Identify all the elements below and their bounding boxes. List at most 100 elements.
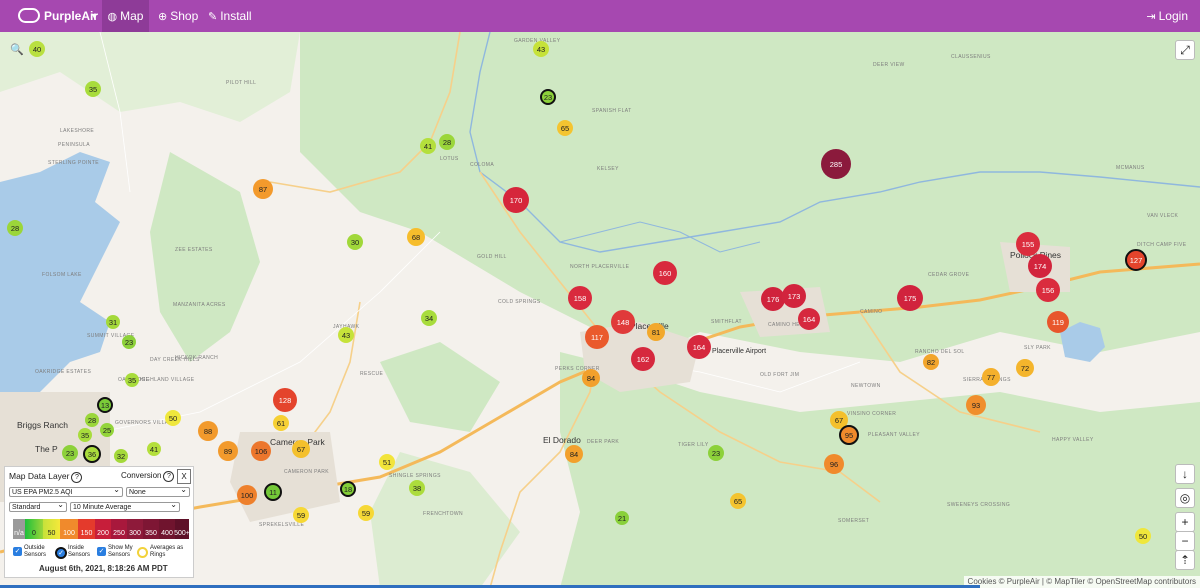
fullscreen-icon[interactable]: ⤢: [1175, 40, 1195, 60]
sensor-marker[interactable]: 117: [585, 325, 609, 349]
sensor-marker[interactable]: 23: [708, 445, 724, 461]
layer-select[interactable]: US EPA PM2.5 AQI: [9, 485, 123, 497]
map-place-label: MCMANUS: [1116, 165, 1145, 171]
sensor-marker[interactable]: 155: [1016, 232, 1040, 256]
inside-sensors-checkbox[interactable]: ✓: [55, 547, 67, 559]
map-attribution[interactable]: Cookies © PurpleAir | © MapTiler © OpenS…: [963, 576, 1200, 588]
sensor-marker[interactable]: 35: [125, 373, 139, 387]
sensor-marker[interactable]: 160: [653, 261, 677, 285]
brand-logo[interactable]: PurpleAir: [18, 0, 98, 32]
sensor-marker[interactable]: 38: [409, 480, 425, 496]
nav-shop-link[interactable]: ⊕ Shop: [158, 0, 198, 32]
sensor-marker[interactable]: 50: [1135, 528, 1151, 544]
sensor-marker[interactable]: 82: [923, 354, 939, 370]
sensor-marker[interactable]: 28: [7, 220, 23, 236]
sensor-marker[interactable]: 173: [782, 284, 806, 308]
timestamp: August 6th, 2021, 8:18:26 AM PDT: [39, 564, 168, 573]
sensor-marker[interactable]: 88: [198, 421, 218, 441]
brand-caret-icon[interactable]: ▼: [90, 0, 99, 32]
my-sensors-checkbox[interactable]: ✓: [97, 547, 106, 556]
locate-icon[interactable]: ◎: [1175, 488, 1195, 508]
sensor-marker[interactable]: 164: [687, 335, 711, 359]
sensor-marker[interactable]: 59: [358, 505, 374, 521]
nav-login-link[interactable]: ⇥ Login: [1146, 0, 1188, 32]
zoom-out-button[interactable]: −: [1175, 531, 1195, 551]
sensor-marker[interactable]: 67: [292, 440, 310, 458]
help-icon[interactable]: ?: [71, 472, 83, 483]
mode-select[interactable]: Standard: [9, 500, 67, 512]
sensor-marker[interactable]: 72: [1016, 359, 1034, 377]
sensor-marker[interactable]: 93: [966, 395, 986, 415]
sensor-marker[interactable]: 28: [85, 413, 99, 427]
sensor-marker[interactable]: 100: [237, 485, 257, 505]
map-place-label: PILOT HILL: [226, 80, 257, 86]
sensor-marker[interactable]: 35: [78, 428, 92, 442]
sensor-marker[interactable]: 18: [340, 481, 356, 497]
sensor-marker[interactable]: 89: [218, 441, 238, 461]
conversion-select[interactable]: None: [126, 485, 190, 497]
close-panel-button[interactable]: X: [177, 469, 191, 484]
map-place-label: CAMERON PARK: [284, 469, 329, 475]
aqi-legend: n/a 0 50 100 150 200 250 300 350 400 500+: [13, 519, 190, 539]
sensor-marker[interactable]: 81: [647, 323, 665, 341]
map-place-label: PENINSULA: [58, 142, 90, 148]
sensor-marker[interactable]: 164: [798, 308, 820, 330]
sensor-marker[interactable]: 13: [97, 397, 113, 413]
sensor-marker[interactable]: 35: [85, 81, 101, 97]
nav-install-link[interactable]: ✎ Install: [208, 0, 252, 32]
sensor-marker[interactable]: 23: [62, 445, 78, 461]
arrow-down-icon[interactable]: ↓: [1175, 464, 1195, 484]
sensor-marker[interactable]: 170: [503, 187, 529, 213]
zoom-in-button[interactable]: +: [1175, 512, 1195, 532]
sensor-marker[interactable]: 50: [165, 410, 181, 426]
sensor-marker[interactable]: 156: [1036, 278, 1060, 302]
averages-rings-checkbox[interactable]: [137, 547, 148, 558]
conversion-help-icon[interactable]: ?: [163, 471, 175, 482]
sensor-marker[interactable]: 77: [982, 368, 1000, 386]
sensor-marker[interactable]: 106: [251, 441, 271, 461]
sensor-marker[interactable]: 285: [821, 149, 851, 179]
sensor-marker[interactable]: 28: [439, 134, 455, 150]
outside-sensors-checkbox[interactable]: ✓: [13, 547, 22, 556]
sensor-marker[interactable]: 34: [421, 310, 437, 326]
sensor-marker[interactable]: 51: [379, 454, 395, 470]
sensor-marker[interactable]: 30: [347, 234, 363, 250]
sensor-marker[interactable]: 127: [1125, 249, 1147, 271]
reset-north-icon[interactable]: ⇡: [1175, 550, 1195, 570]
sensor-marker[interactable]: 32: [114, 449, 128, 463]
sensor-marker[interactable]: 59: [293, 507, 309, 523]
sensor-marker[interactable]: 11: [264, 483, 282, 501]
sensor-marker[interactable]: 95: [839, 425, 859, 445]
sensor-marker[interactable]: 41: [420, 138, 436, 154]
map-place-label: COLD SPRINGS: [498, 299, 541, 305]
sensor-marker[interactable]: 65: [730, 493, 746, 509]
sensor-marker[interactable]: 148: [611, 310, 635, 334]
sensor-marker[interactable]: 23: [122, 335, 136, 349]
sensor-marker[interactable]: 87: [253, 179, 273, 199]
sensor-marker[interactable]: 41: [147, 442, 161, 456]
sensor-marker[interactable]: 68: [407, 228, 425, 246]
sensor-marker[interactable]: 61: [273, 415, 289, 431]
sensor-marker[interactable]: 40: [29, 41, 45, 57]
sensor-marker[interactable]: 84: [565, 445, 583, 463]
sensor-marker[interactable]: 21: [615, 511, 629, 525]
sensor-marker[interactable]: 65: [557, 120, 573, 136]
sensor-marker[interactable]: 84: [582, 369, 600, 387]
sensor-marker[interactable]: 96: [824, 454, 844, 474]
sensor-marker[interactable]: 175: [897, 285, 923, 311]
sensor-marker[interactable]: 158: [568, 286, 592, 310]
nav-map-tab[interactable]: ◍ Map: [102, 0, 149, 32]
sensor-marker[interactable]: 162: [631, 347, 655, 371]
sensor-marker[interactable]: 119: [1047, 311, 1069, 333]
sensor-marker[interactable]: 174: [1028, 254, 1052, 278]
sensor-marker[interactable]: 23: [540, 89, 556, 105]
sensor-marker[interactable]: 128: [273, 388, 297, 412]
search-icon[interactable]: 🔍: [8, 40, 26, 58]
sensor-marker[interactable]: 36: [83, 445, 101, 463]
sensor-marker[interactable]: 43: [533, 41, 549, 57]
sensor-marker[interactable]: 43: [338, 327, 354, 343]
sensor-marker[interactable]: 25: [100, 423, 114, 437]
sensor-marker[interactable]: 31: [106, 315, 120, 329]
map-place-label: SLY PARK: [1024, 345, 1051, 351]
average-select[interactable]: 10 Minute Average: [70, 500, 180, 512]
